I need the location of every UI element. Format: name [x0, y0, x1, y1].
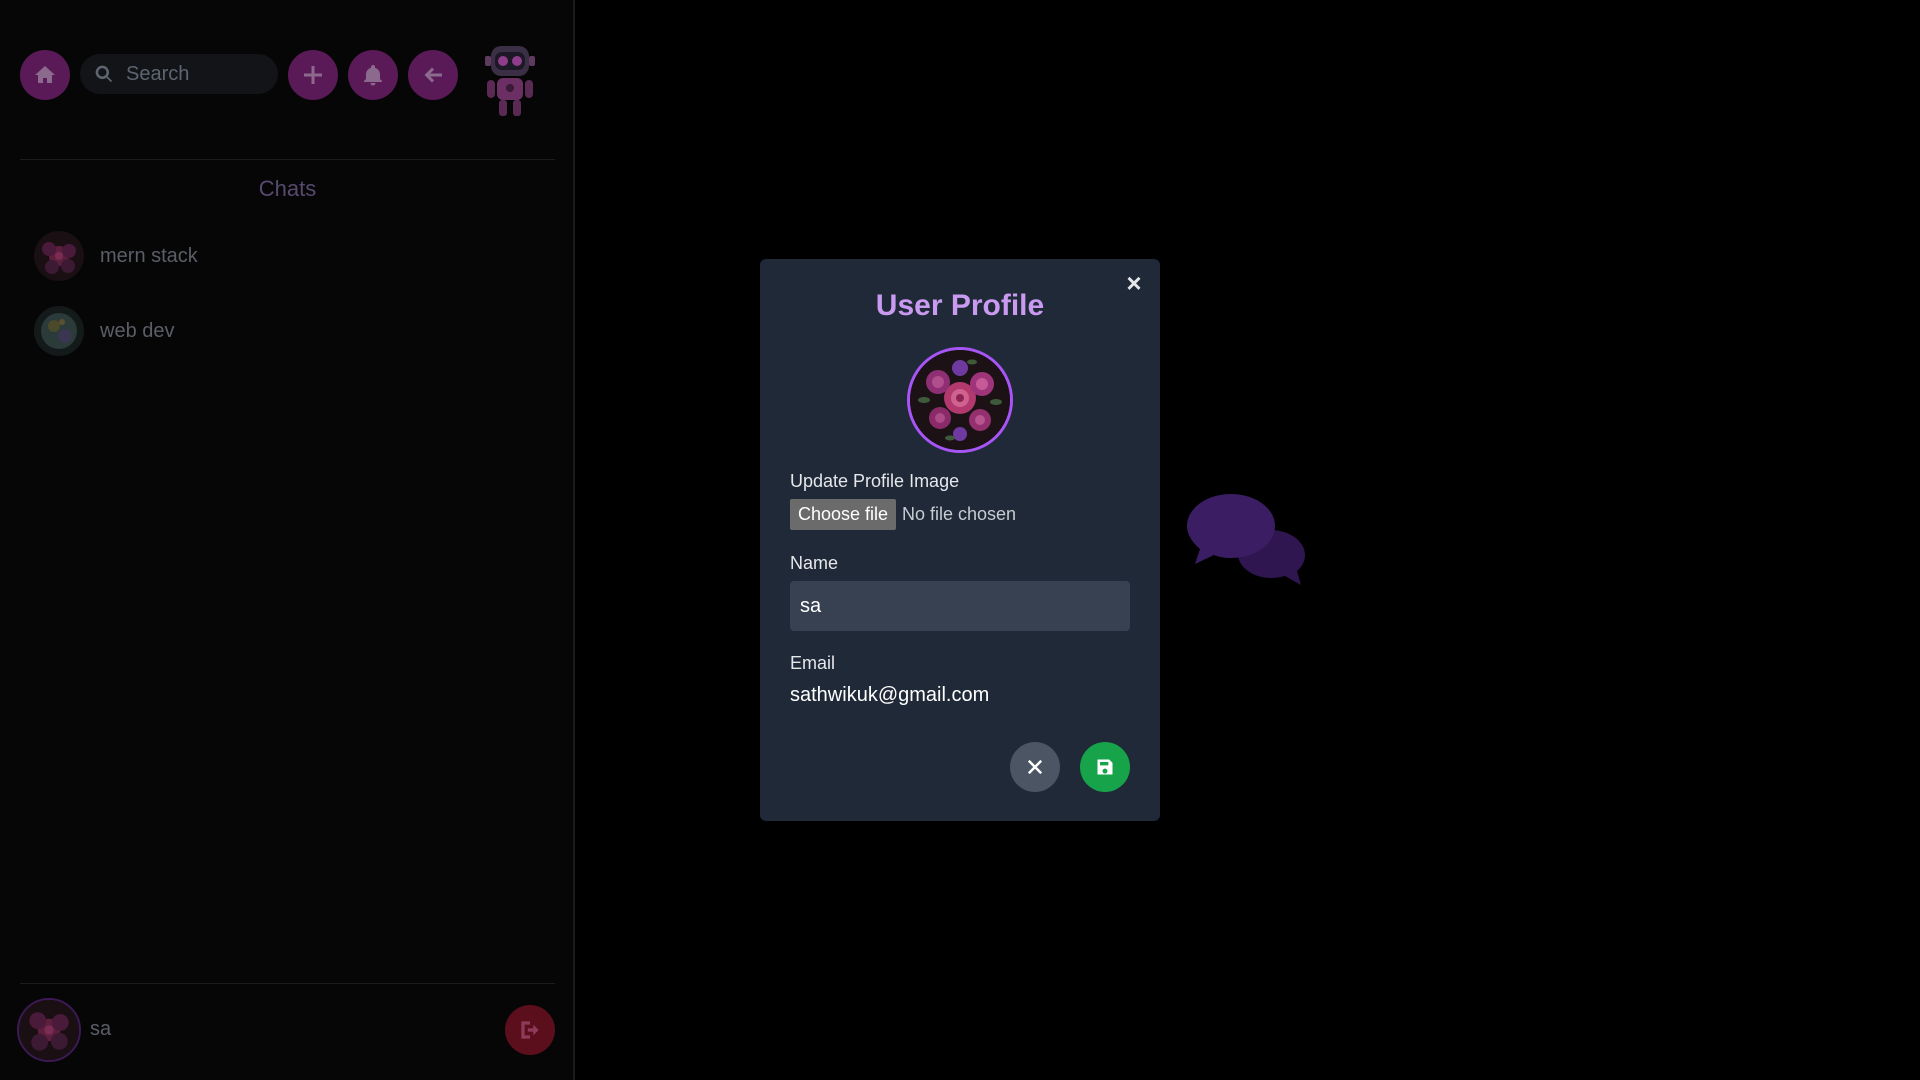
current-user-name: sa [90, 1018, 112, 1040]
notifications-button[interactable] [348, 50, 398, 100]
chat-list-item[interactable]: mern stack [34, 228, 534, 284]
back-button[interactable] [408, 50, 458, 100]
name-input[interactable] [790, 581, 1130, 631]
user-profile-modal: × User Profile Update Profile Image Choo… [760, 259, 1160, 821]
search-bar [80, 54, 278, 94]
profile-avatar [907, 347, 1013, 453]
modal-title: User Profile [875, 289, 1045, 322]
rose-avatar-icon [19, 1000, 79, 1060]
plus-icon [304, 66, 322, 84]
floppy-disk-icon [1097, 759, 1113, 775]
bell-icon [364, 65, 382, 86]
search-icon [95, 65, 113, 83]
chat-name: web dev [100, 319, 175, 342]
file-picker: Choose file No file chosen [790, 499, 1016, 530]
arrow-left-icon [424, 67, 442, 83]
sidebar-toolbar [20, 42, 540, 116]
rose-avatar-icon [910, 350, 1010, 450]
choose-file-button[interactable]: Choose file [790, 499, 896, 530]
add-chat-button[interactable] [288, 50, 338, 100]
divider [20, 159, 555, 160]
chat-avatar [34, 231, 84, 281]
x-icon [1027, 759, 1043, 775]
search-input[interactable] [124, 61, 264, 87]
file-status: No file chosen [902, 504, 1017, 524]
rose-avatar-icon [34, 231, 84, 281]
chat-bubbles-icon [1187, 494, 1305, 585]
cancel-button[interactable] [1010, 742, 1060, 792]
logout-icon [521, 1021, 539, 1039]
chats-heading: Chats [258, 176, 317, 201]
chat-avatar [34, 306, 84, 356]
save-button[interactable] [1080, 742, 1130, 792]
chat-name: mern stack [100, 244, 198, 267]
update-image-label: Update Profile Image [790, 471, 960, 491]
email-label: Email [790, 653, 836, 673]
current-user-avatar[interactable] [17, 998, 81, 1062]
name-label: Name [790, 553, 839, 573]
home-button[interactable] [20, 50, 70, 100]
home-icon [35, 66, 55, 83]
logout-button[interactable] [505, 1005, 555, 1055]
chat-list-item[interactable]: web dev [34, 303, 534, 359]
planet-avatar-icon [34, 306, 84, 356]
robot-logo-icon [485, 46, 535, 116]
email-value: sathwikuk@gmail.com [790, 684, 990, 706]
sidebar: Chats mern stack web dev [0, 0, 575, 1080]
divider [20, 983, 555, 984]
